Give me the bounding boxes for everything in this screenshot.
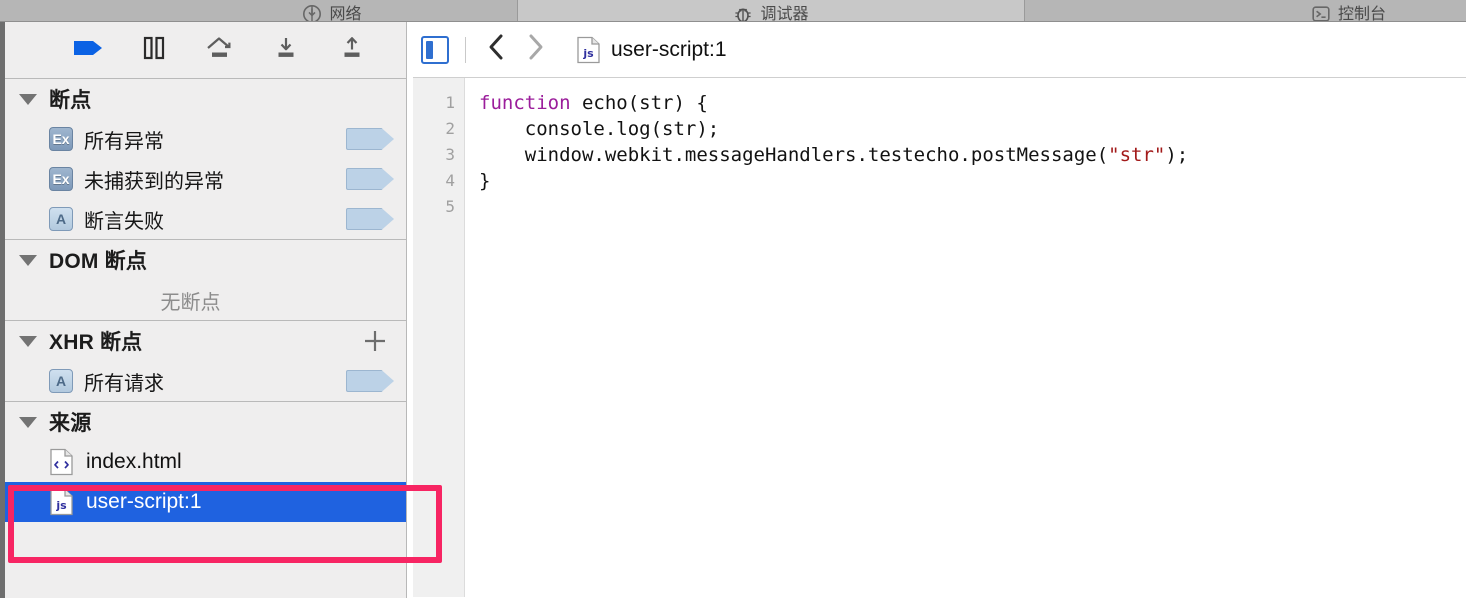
- breakpoint-row-all-exceptions[interactable]: Ex 所有异常: [5, 119, 406, 159]
- source-code-editor[interactable]: 1 2 3 4 5 function echo(str) { console.log(s…: [413, 78, 1466, 597]
- pause-icon: [139, 35, 169, 66]
- web-inspector-window: 网络 调试器 控制台 断点 Ex 所有异常 Ex 未捕获到的异常 A 断言失败 …: [0, 0, 1466, 598]
- breadcrumb-label: user-script:1: [611, 37, 727, 61]
- breakpoint-label: 所有请求: [84, 372, 164, 395]
- debugger-controls-toolbar: [5, 22, 406, 79]
- line-number-gutter: 1 2 3 4 5: [413, 78, 465, 597]
- breakpoint-row-assertion-failures[interactable]: A 断言失败: [5, 199, 406, 239]
- code-text-span: echo(str) {: [570, 92, 708, 114]
- add-xhr-breakpoint-button[interactable]: [362, 328, 388, 354]
- breakpoint-row-all-requests[interactable]: A 所有请求: [5, 361, 406, 401]
- section-sources: 来源 index.html js user-script:1: [5, 401, 406, 522]
- breakpoint-label: 未捕获到的异常: [84, 170, 224, 193]
- section-header-breakpoints[interactable]: 断点: [5, 79, 406, 119]
- code-keyword: function: [479, 92, 571, 114]
- inspector-tabbar: 网络 调试器 控制台: [0, 0, 1466, 22]
- tab-network-label: 网络: [329, 6, 362, 22]
- step-over-icon: [204, 35, 236, 66]
- source-file-label: index.html: [86, 450, 182, 473]
- breakpoint-pennant-icon[interactable]: [346, 168, 394, 190]
- disclosure-triangle-icon[interactable]: [19, 254, 37, 266]
- step-out-icon: [338, 35, 366, 66]
- html-file-icon: [49, 448, 74, 476]
- tab-debugger-label: 调试器: [760, 6, 809, 22]
- code-line: function echo(str) {: [479, 90, 1466, 116]
- network-download-icon: [302, 4, 322, 21]
- tab-debugger[interactable]: 调试器: [517, 0, 1025, 21]
- section-xhr-breakpoints: XHR 断点 A 所有请求: [5, 320, 406, 401]
- step-out-button[interactable]: [332, 32, 372, 68]
- code-line: console.log(str);: [479, 116, 1466, 142]
- code-text-span: }: [479, 170, 491, 192]
- section-breakpoints: 断点 Ex 所有异常 Ex 未捕获到的异常 A 断言失败: [5, 79, 406, 239]
- chevron-left-icon: [485, 32, 509, 67]
- breadcrumb[interactable]: js user-script:1: [576, 36, 727, 64]
- section-title: DOM 断点: [49, 250, 148, 273]
- pause-button[interactable]: [134, 32, 174, 68]
- chevron-right-icon: [523, 32, 547, 67]
- disclosure-triangle-icon[interactable]: [19, 93, 37, 105]
- breakpoint-row-uncaught-exceptions[interactable]: Ex 未捕获到的异常: [5, 159, 406, 199]
- breakpoint-pennant-icon[interactable]: [346, 208, 394, 230]
- js-file-icon: js: [49, 488, 74, 516]
- section-title: XHR 断点: [49, 331, 143, 354]
- back-button[interactable]: [478, 33, 516, 67]
- step-into-button[interactable]: [266, 32, 306, 68]
- code-text-span: console.log(str);: [479, 118, 720, 140]
- code-line: window.webkit.messageHandlers.testecho.p…: [479, 142, 1466, 168]
- disclosure-triangle-icon[interactable]: [19, 416, 37, 428]
- debugger-content-panel: js user-script:1 1 2 3 4 5 function echo(str…: [413, 22, 1466, 598]
- resume-pennant-icon: [71, 36, 105, 65]
- forward-button[interactable]: [516, 33, 554, 67]
- step-into-icon: [272, 35, 300, 66]
- debugger-sidebar: 断点 Ex 所有异常 Ex 未捕获到的异常 A 断言失败 DOM 断点 无断点 …: [0, 22, 407, 598]
- debugger-bug-icon: [733, 4, 753, 21]
- assertion-badge-icon: A: [49, 369, 73, 393]
- line-number: 1: [445, 93, 455, 112]
- line-number: 2: [445, 119, 455, 138]
- breakpoint-pennant-icon[interactable]: [346, 370, 394, 392]
- exception-badge-icon: Ex: [49, 167, 73, 191]
- section-title: 断点: [49, 89, 92, 112]
- tab-network[interactable]: 网络: [152, 0, 512, 21]
- line-number: 5: [445, 197, 455, 216]
- section-header-xhr-breakpoints[interactable]: XHR 断点: [5, 321, 406, 361]
- content-header-bar: js user-script:1: [413, 22, 1466, 78]
- section-dom-breakpoints: DOM 断点 无断点: [5, 239, 406, 320]
- source-file-index-html[interactable]: index.html: [5, 442, 406, 482]
- line-number: 4: [445, 171, 455, 190]
- step-over-button[interactable]: [200, 32, 240, 68]
- svg-text:js: js: [582, 47, 594, 60]
- sidebar-toggle-icon[interactable]: [421, 35, 449, 64]
- breakpoint-label: 断言失败: [84, 210, 164, 233]
- svg-text:js: js: [55, 499, 67, 512]
- breakpoint-pennant-icon[interactable]: [346, 128, 394, 150]
- code-text[interactable]: function echo(str) { console.log(str); w…: [465, 78, 1466, 597]
- tab-console[interactable]: 控制台: [1231, 0, 1466, 21]
- tab-console-label: 控制台: [1337, 6, 1386, 22]
- code-string: "str": [1108, 144, 1166, 166]
- resume-button[interactable]: [68, 32, 108, 68]
- section-title: 来源: [49, 412, 92, 435]
- code-text-span: );: [1165, 144, 1189, 166]
- source-file-label: user-script:1: [86, 490, 202, 513]
- disclosure-triangle-icon[interactable]: [19, 335, 37, 347]
- exception-badge-icon: Ex: [49, 127, 73, 151]
- assertion-badge-icon: A: [49, 207, 73, 231]
- dom-breakpoints-empty-message: 无断点: [160, 291, 221, 314]
- code-line: }: [479, 168, 1466, 194]
- section-header-sources[interactable]: 来源: [5, 402, 406, 442]
- source-file-user-script[interactable]: js user-script:1: [5, 482, 406, 522]
- js-file-icon: js: [576, 36, 601, 64]
- console-prompt-icon: [1311, 4, 1331, 21]
- line-number: 3: [445, 145, 455, 164]
- code-text-span: window.webkit.messageHandlers.testecho.p…: [479, 144, 1109, 166]
- section-header-dom-breakpoints[interactable]: DOM 断点: [5, 240, 406, 280]
- header-divider: [465, 36, 466, 63]
- breakpoint-label: 所有异常: [84, 130, 164, 153]
